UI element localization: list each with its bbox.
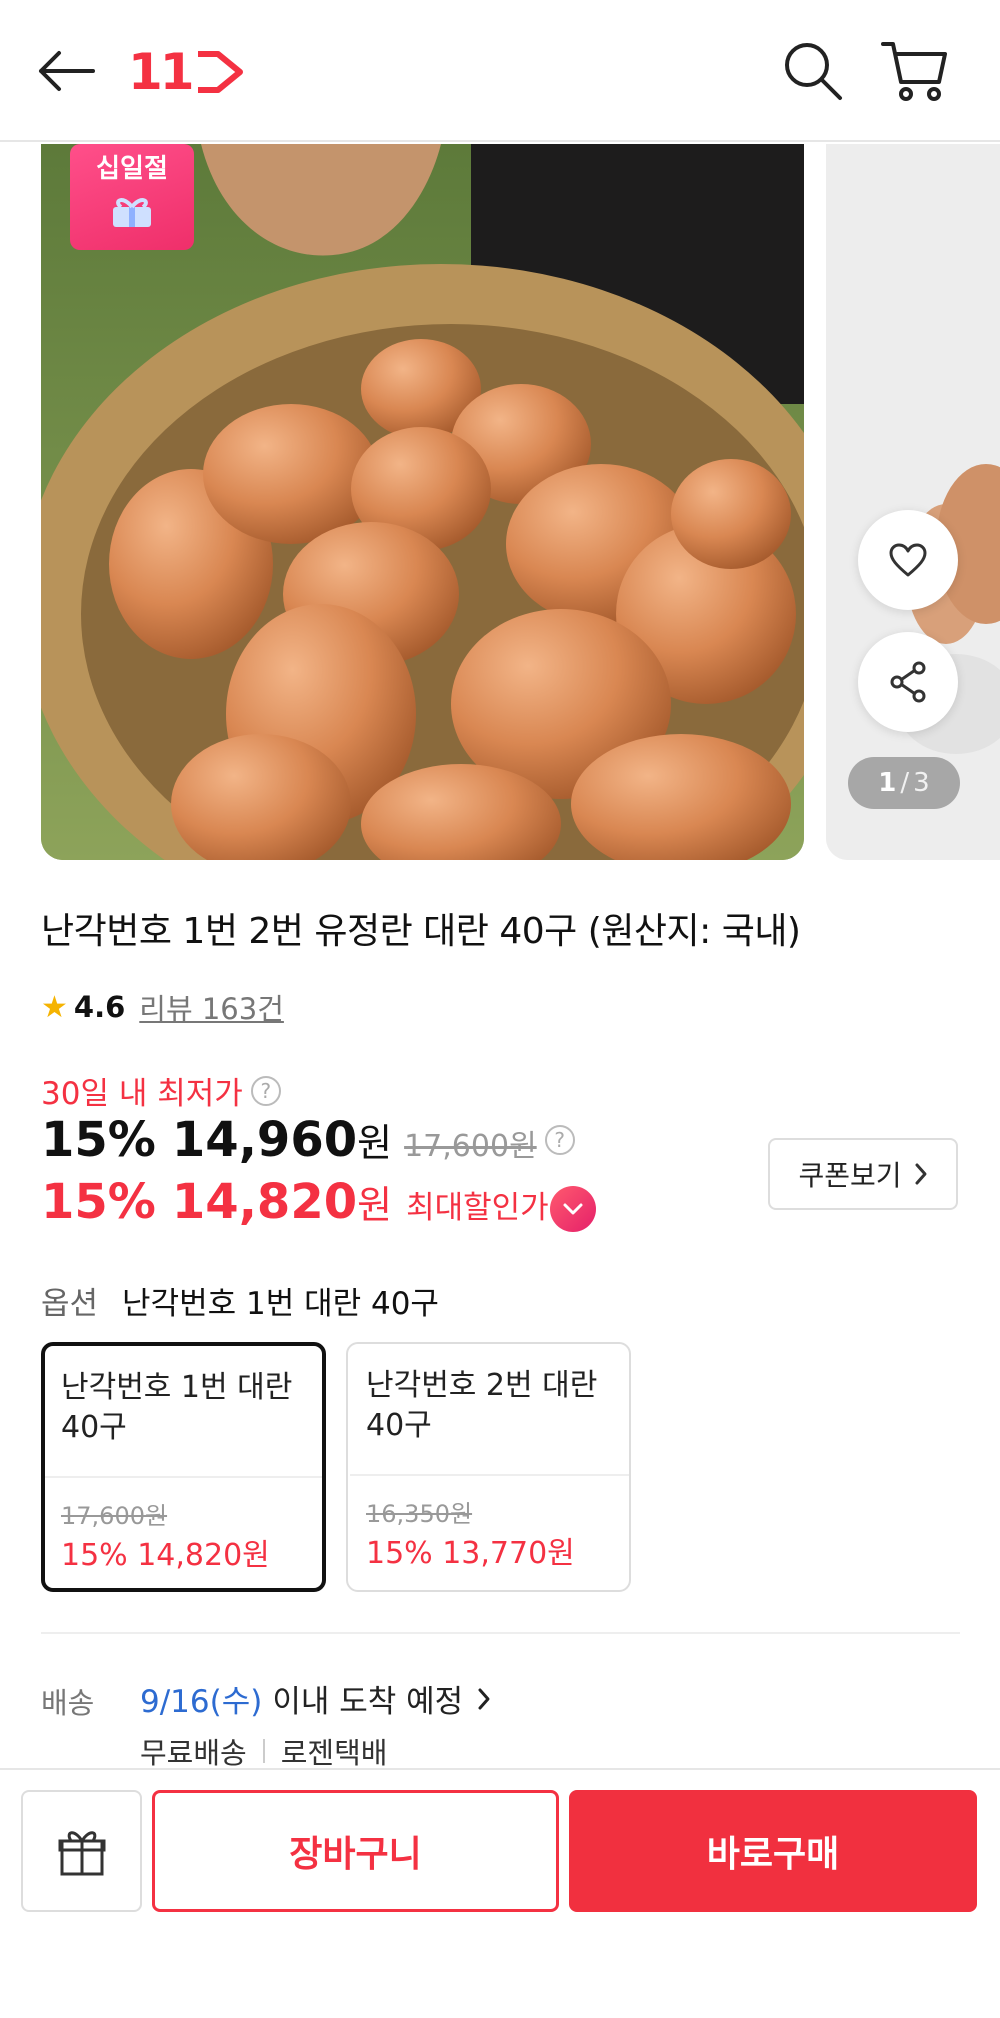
- max-discount-percent: 15%: [41, 1174, 156, 1230]
- gift-button[interactable]: [21, 1790, 142, 1912]
- price-help-icon[interactable]: ?: [544, 1125, 575, 1155]
- product-title: 난각번호 1번 2번 유정란 대란 40구 (원산지: 국내): [41, 911, 801, 952]
- product-image-main[interactable]: [41, 144, 804, 860]
- logo-arrow-icon: [197, 51, 243, 93]
- shipping-date-row[interactable]: 9/16(수) 이내 도착 예정: [140, 1676, 491, 1721]
- option-discount-price: 15% 14,820원: [61, 1538, 270, 1573]
- lowest-price-text: 30일 내 최저가: [41, 1076, 243, 1112]
- shipping-date: 9/16(수): [140, 1684, 263, 1720]
- option-card[interactable]: 난각번호 2번 대란 40구 16,350원 15% 13,770원: [346, 1342, 631, 1592]
- lowest-price-label: 30일 내 최저가 ?: [41, 1068, 281, 1113]
- gift-icon: [58, 1831, 105, 1876]
- logo-text: 11: [128, 43, 195, 101]
- shipping-arrival-text: 이내 도착 예정: [272, 1684, 464, 1720]
- chevron-right-icon: [478, 1688, 490, 1709]
- site-logo[interactable]: 11: [128, 43, 244, 101]
- cart-icon: [881, 42, 947, 101]
- rating-row: ★ 4.6 리뷰 163건: [41, 986, 284, 1028]
- page-current: 1: [878, 768, 897, 798]
- event-badge: 십일절: [70, 144, 194, 250]
- option-original-price: 16,350원: [366, 1500, 473, 1528]
- sale-price-row: 15% 14,960 원 17,600원 ?: [41, 1112, 575, 1168]
- heart-icon: [889, 543, 927, 577]
- option-divider: [45, 1476, 322, 1478]
- option-label: 옵션: [41, 1286, 99, 1322]
- option-selected-value: 난각번호 1번 대란 40구: [122, 1286, 439, 1322]
- help-icon[interactable]: ?: [250, 1075, 281, 1106]
- arrow-left-icon: [39, 51, 95, 91]
- shipping-details: 무료배송 로젠택배: [140, 1730, 387, 1772]
- max-discount-expand-button[interactable]: [550, 1186, 596, 1232]
- star-icon: ★: [41, 989, 68, 1025]
- coupon-button-label: 쿠폰보기: [798, 1159, 902, 1192]
- chevron-down-icon: [563, 1203, 583, 1215]
- shipping-fee: 무료배송: [140, 1736, 247, 1770]
- max-discount-row: 15% 14,820 원 최대할인가: [41, 1174, 549, 1230]
- option-divider: [350, 1474, 629, 1476]
- discount-percent: 15%: [41, 1112, 156, 1168]
- wish-button[interactable]: [858, 510, 958, 610]
- share-icon: [890, 661, 926, 703]
- won-unit: 원: [357, 1121, 393, 1165]
- page-separator: /: [900, 768, 910, 798]
- back-button[interactable]: [30, 40, 100, 102]
- rating-value: 4.6: [73, 990, 126, 1024]
- option-card[interactable]: 난각번호 1번 대란 40구 17,600원 15% 14,820원: [41, 1342, 326, 1592]
- add-to-cart-button[interactable]: 장바구니: [152, 1790, 559, 1912]
- share-button[interactable]: [858, 632, 958, 732]
- search-icon: [785, 43, 842, 100]
- option-original-price: 17,600원: [61, 1502, 168, 1530]
- original-price: 17,600원: [404, 1129, 537, 1164]
- shipping-carrier: 로젠택배: [280, 1736, 388, 1770]
- max-discount-label: 최대할인가: [406, 1190, 549, 1226]
- page-total: 3: [913, 768, 930, 798]
- gift-ribbon-icon: [113, 198, 151, 227]
- event-badge-text: 십일절: [96, 154, 168, 184]
- option-row: 옵션 난각번호 1번 대란 40구: [41, 1278, 439, 1323]
- max-discount-price: 14,820: [171, 1174, 358, 1230]
- buy-now-button[interactable]: 바로구매: [569, 1790, 977, 1912]
- review-link[interactable]: 리뷰 163건: [139, 986, 284, 1028]
- shipping-separator: [262, 1739, 265, 1763]
- search-button[interactable]: [778, 36, 848, 106]
- option-discount-price: 15% 13,770원: [366, 1536, 575, 1571]
- product-image-next[interactable]: [826, 144, 1000, 860]
- option-name: 난각번호 1번 대란 40구: [61, 1370, 293, 1445]
- sale-price: 14,960: [171, 1112, 358, 1168]
- coupon-button[interactable]: 쿠폰보기: [768, 1138, 958, 1210]
- product-gallery[interactable]: [0, 144, 1000, 860]
- section-divider: [41, 1632, 960, 1634]
- shipping-label: 배송: [41, 1686, 95, 1720]
- option-name: 난각번호 2번 대란 40구: [366, 1368, 598, 1443]
- chevron-right-icon: [915, 1163, 927, 1185]
- cart-button[interactable]: [874, 34, 954, 108]
- image-page-indicator: 1 / 3: [848, 757, 960, 809]
- won-unit: 원: [357, 1183, 393, 1227]
